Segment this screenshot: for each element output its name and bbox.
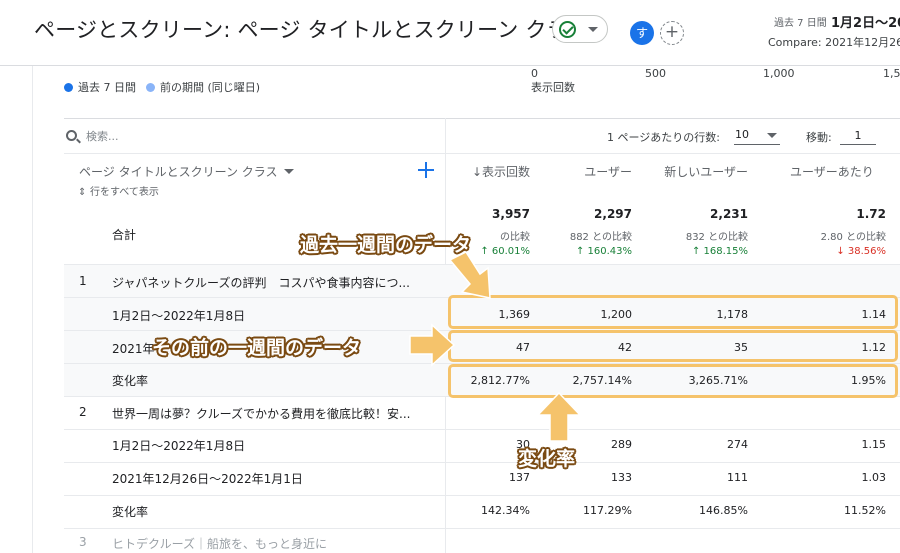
add-comparison-button[interactable]: + [660,21,684,45]
legend-dot-icon [64,82,73,92]
total-change: ↑ 168.15% [691,246,748,257]
expand-all-rows[interactable]: ⇕ 行をすべて表示 [78,183,159,198]
table-row[interactable]: 2021年12月26日～2022年1月1日 137 133 111 1.03 [64,462,900,495]
add-dimension-icon[interactable] [417,161,435,179]
cell-value: 274 [727,438,748,451]
cell-value: 30 [516,438,530,451]
table-row[interactable]: 1月2日～2022年1月8日 30 289 274 1.15 [64,429,900,462]
chevron-down-icon [588,27,598,32]
expand-icon: ⇕ [78,187,87,198]
legend-dot-icon [146,82,155,92]
annotation-change-rate: 変化率 [518,448,576,470]
dimension-header[interactable]: ページ タイトルとスクリーン クラス [79,163,295,180]
search-input[interactable] [86,127,336,145]
cell-value: 142.34% [481,504,530,517]
cell-value: 111 [727,471,748,484]
legend-label: 過去 7 日間 [78,81,136,94]
highlight-box-change-rate [448,364,898,398]
search-icon [66,130,77,141]
metric-header-new-users[interactable]: 新しいユーザー [648,163,748,180]
table-row[interactable]: 2 世界一周は夢？クルーズでかかる費用を徹底比較！安... [64,396,900,429]
table-row[interactable]: 変化率 142.34% 117.29% 146.85% 11.52% [64,495,900,528]
status-dropdown[interactable] [552,15,608,43]
row-label: 2021年12月26日～2022年1月1日 [112,472,303,486]
cell-value: 1.03 [861,471,887,484]
header-divider [64,153,900,154]
arrow-up-icon [536,391,582,442]
row-label: 変化率 [112,374,149,388]
cell-value: 133 [611,471,632,484]
goto-page-input[interactable]: 1 [840,126,876,145]
row-number: 2 [79,405,87,419]
section-divider [64,118,900,119]
row-label[interactable]: 世界一周は夢？クルーズでかかる費用を徹底比較！安... [112,405,411,422]
axis-tick: 1,000 [763,67,795,80]
total-compare: 2.80 との比較 [820,232,886,243]
metric-header-users[interactable]: ユーザー [548,163,632,180]
row-label: 1月2日～2022年1月8日 [112,309,246,323]
cell-value: 1.15 [861,438,887,451]
row-label: 1月2日～2022年1月8日 [112,439,246,453]
chevron-down-icon [284,169,295,174]
axis-tick: 500 [645,67,666,80]
total-value: 1.72 [856,207,886,221]
total-label: 合計 [112,228,137,242]
legend-label: 前の期間 (同じ曜日) [160,81,261,94]
date-range-value[interactable]: 1月2日～202 [831,12,900,31]
total-compare: 882 との比較 [569,232,632,243]
total-change: ↓ 38.56% [836,246,886,257]
chevron-down-icon [767,133,777,138]
expand-all-label: 行をすべて表示 [90,187,159,198]
row-label: 2021年 [112,342,155,356]
total-value: 2,231 [710,207,748,221]
total-value: 2,297 [594,207,632,221]
highlight-box-prev-week [448,330,898,362]
legend-item: 過去 7 日間 [64,79,136,95]
row-number: 3 [79,535,87,549]
chart-legend: 過去 7 日間 前の期間 (同じ曜日) [64,79,270,95]
date-range-label: 過去 7 日間 [774,18,827,29]
legend-item: 前の期間 (同じ曜日) [146,79,260,95]
cell-value: 146.85% [699,504,748,517]
metric-header-per-user[interactable]: ユーザーあたり [790,163,900,180]
metric-header-views[interactable]: ↓表示回数 [468,163,530,180]
row-label: 変化率 [112,505,149,519]
total-compare: 832 との比較 [685,232,748,243]
annotation-past-week: 過去一週間のデータ [300,234,472,256]
content-left-border [32,66,33,553]
goto-page-label: 移動: [806,131,832,144]
cell-value: 117.29% [583,504,632,517]
arrow-down-right-icon [448,252,491,299]
axis-title: 表示回数 [531,81,575,94]
cell-value: 137 [509,471,530,484]
rows-per-page-value: 10 [735,128,749,141]
total-value: 3,957 [492,207,530,221]
table-row[interactable]: 3 ヒトデクルーズ｜船旅を、もっと身近に [64,528,900,553]
check-circle-icon [559,21,576,38]
dimension-header-label: ページ タイトルとスクリーン クラス [79,165,278,179]
total-change: ↑ 160.43% [575,246,632,257]
highlight-box-past-week [448,295,898,329]
annotation-prev-week: その前の一週間のデータ [152,337,362,359]
rows-per-page-label: 1 ページあたりの行数: [607,131,720,144]
arrow-right-icon [409,323,456,367]
report-header: ページとスクリーン: ページ タイトルとスクリーン クラス す + 過去 7 日… [0,0,900,66]
rows-per-page-select[interactable]: 10 [734,126,780,145]
page-title: ページとスクリーン: ページ タイトルとスクリーン クラス [34,18,589,42]
row-label[interactable]: ヒトデクルーズ｜船旅を、もっと身近に [112,535,327,552]
row-number: 1 [79,274,87,288]
cell-value: 11.52% [844,504,886,517]
axis-tick: 1,50 [883,67,900,80]
avatar[interactable]: す [630,21,654,45]
row-label[interactable]: ジャパネットクルーズの評判 コスパや食事内容につ... [112,274,410,291]
compare-range-text: Compare: 2021年12月26日 [768,36,900,49]
